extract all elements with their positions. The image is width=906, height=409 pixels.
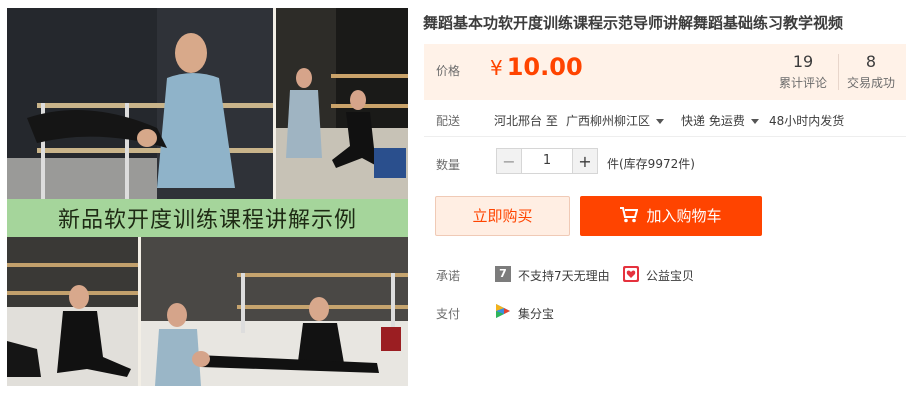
delivery-destination-value: 广西柳州柳江区 bbox=[566, 114, 651, 128]
gallery-banner: 新品软开度训练课程讲解示例 bbox=[7, 199, 408, 237]
price-label: 价格 bbox=[436, 64, 461, 78]
delivery-label: 配送 bbox=[436, 114, 461, 128]
sales-count: 8 bbox=[865, 52, 877, 71]
add-to-cart-button[interactable]: 加入购物车 bbox=[580, 196, 762, 236]
price-amount: 10.00 bbox=[506, 53, 583, 81]
quantity-increase-button[interactable]: + bbox=[572, 148, 598, 174]
product-photo-4 bbox=[141, 237, 408, 386]
delivery-from: 河北邢台 至 bbox=[494, 114, 558, 128]
quantity-decrease-button[interactable]: − bbox=[496, 148, 522, 174]
delivery-destination-select[interactable]: 广西柳州柳江区 bbox=[566, 112, 665, 129]
product-photo-1 bbox=[7, 8, 273, 199]
no-return-policy[interactable]: 不支持7天无理由 bbox=[518, 267, 610, 284]
sales-stat: 8 交易成功 bbox=[840, 52, 902, 91]
product-photo-3 bbox=[7, 237, 138, 386]
currency-symbol: ¥ bbox=[490, 56, 503, 80]
buy-now-button[interactable]: 立即购买 bbox=[435, 196, 570, 236]
quantity-label: 数量 bbox=[436, 158, 461, 172]
jifenbao-icon bbox=[495, 303, 511, 319]
price-value: ¥10.00 bbox=[490, 53, 583, 81]
payment-method[interactable]: 集分宝 bbox=[518, 305, 554, 322]
charity-heart-icon bbox=[623, 266, 639, 282]
product-photo-2 bbox=[276, 8, 408, 199]
product-image-gallery[interactable]: 新品软开度训练课程讲解示例 bbox=[7, 8, 408, 386]
shipping-method-select[interactable]: 快递 免运费 bbox=[681, 112, 759, 129]
payment-label: 支付 bbox=[436, 307, 461, 321]
shipping-method-value: 快递 免运费 bbox=[681, 114, 745, 128]
chevron-down-icon bbox=[750, 119, 759, 124]
cart-icon bbox=[620, 207, 639, 223]
reviews-stat[interactable]: 19 累计评论 bbox=[772, 52, 834, 91]
divider bbox=[424, 136, 906, 137]
promise-label: 承诺 bbox=[436, 269, 461, 283]
chevron-down-icon bbox=[656, 119, 665, 124]
stock-info: 件(库存9972件) bbox=[607, 157, 695, 171]
quantity-input[interactable]: 1 bbox=[522, 148, 572, 174]
dispatch-time: 48小时内发货 bbox=[769, 114, 845, 128]
sales-label: 交易成功 bbox=[846, 76, 895, 90]
reviews-count: 19 bbox=[792, 52, 814, 71]
product-title: 舞蹈基本功软开度训练课程示范导师讲解舞蹈基础练习教学视频 bbox=[423, 14, 844, 32]
price-panel: 价格 ¥10.00 19 累计评论 8 交易成功 bbox=[424, 44, 906, 100]
reviews-label: 累计评论 bbox=[778, 76, 827, 90]
no-return-icon: 7 bbox=[495, 266, 511, 282]
charity-item[interactable]: 公益宝贝 bbox=[646, 267, 694, 284]
stat-divider bbox=[838, 54, 839, 90]
add-to-cart-label: 加入购物车 bbox=[646, 207, 722, 225]
